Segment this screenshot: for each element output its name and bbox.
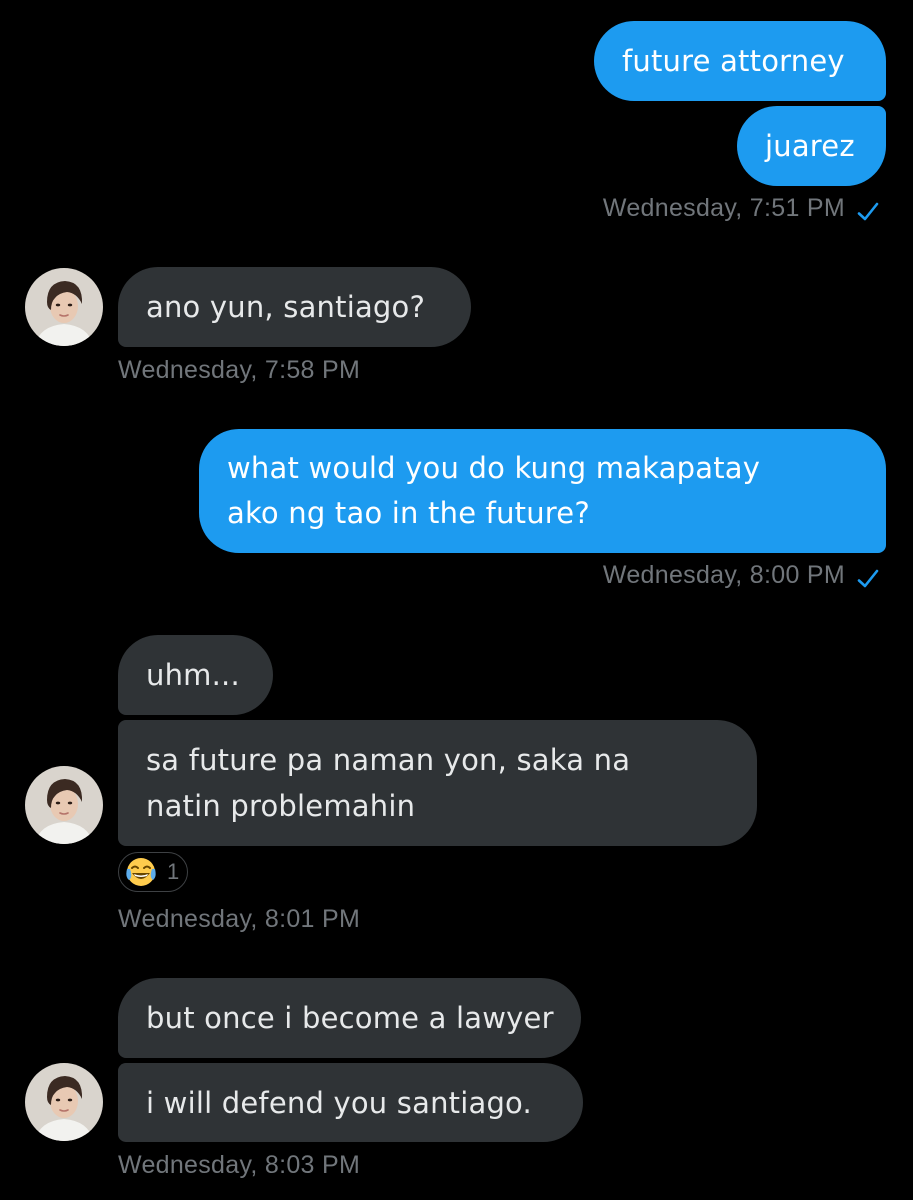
message-timestamp: Wednesday, 7:51 PM: [602, 194, 845, 222]
read-check-icon: [857, 202, 879, 221]
reaction-pill[interactable]: 1: [118, 852, 189, 892]
message-timestamp: Wednesday, 8:03 PM: [118, 1151, 361, 1179]
message-bubble-received[interactable]: i will defend you santiago.: [118, 1063, 583, 1142]
read-check-icon: [857, 569, 879, 588]
message-timestamp: Wednesday, 7:58 PM: [118, 356, 361, 384]
message-bubble-received[interactable]: ano yun, santiago?: [118, 267, 471, 347]
message-text-line: what would you do kung makapatay: [227, 451, 761, 485]
message-timestamp: Wednesday, 8:01 PM: [118, 905, 361, 933]
reaction-count: 1: [167, 859, 180, 884]
message-bubble-received[interactable]: but once i become a lawyer: [118, 978, 581, 1058]
message-text: ano yun, santiago?: [146, 290, 426, 324]
avatar[interactable]: [25, 1063, 103, 1141]
message-text-line: ako ng tao in the future?: [227, 496, 590, 530]
avatar[interactable]: [25, 766, 103, 844]
message-text: juarez: [765, 129, 855, 163]
message-text: i will defend you santiago.: [146, 1086, 532, 1120]
message-bubble-received[interactable]: uhm...: [118, 635, 273, 715]
message-timestamp: Wednesday, 8:00 PM: [602, 561, 845, 589]
message-text: future attorney: [622, 44, 845, 78]
message-bubble-sent[interactable]: what would you do kung makapatay ako ng …: [199, 429, 886, 553]
message-bubble-received[interactable]: sa future pa naman yon, saka na natin pr…: [118, 720, 757, 846]
message-bubble-sent[interactable]: juarez: [737, 106, 886, 186]
message-bubble-sent[interactable]: future attorney: [594, 21, 886, 101]
message-text-line: natin problemahin: [146, 789, 416, 823]
message-text-line: sa future pa naman yon, saka na: [146, 743, 631, 777]
avatar[interactable]: [25, 268, 103, 346]
tears-of-joy-emoji-icon: [126, 858, 156, 886]
message-text: uhm...: [146, 658, 240, 692]
message-text: but once i become a lawyer: [146, 1001, 554, 1035]
